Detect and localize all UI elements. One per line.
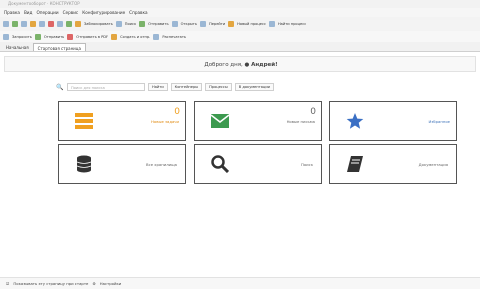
- in-docs-button[interactable]: В документации: [234, 83, 275, 91]
- goto-icon[interactable]: [200, 21, 206, 27]
- user-icon: ●: [244, 62, 250, 68]
- menu-item-operations[interactable]: Операции: [36, 10, 58, 15]
- toolbar-lock-button[interactable]: Заблокировать: [84, 22, 113, 26]
- tile-new-letters[interactable]: 0 Новые письма: [194, 101, 322, 141]
- menu-item-help[interactable]: Справка: [129, 10, 147, 15]
- edit-icon[interactable]: [30, 21, 36, 27]
- tasks-icon: [75, 113, 93, 129]
- print2-icon[interactable]: [153, 33, 160, 40]
- window-title: Документооборот · КОНСТРУКТОР: [0, 0, 480, 8]
- toolbar2-pdf-button[interactable]: Отправить в PDF: [76, 35, 108, 39]
- search-icon[interactable]: [115, 21, 122, 27]
- greeting: Доброго дня, ● Андрей!: [5, 57, 477, 73]
- copy-icon[interactable]: [39, 21, 45, 27]
- create-send-icon[interactable]: [111, 33, 118, 40]
- delete-icon[interactable]: [48, 21, 54, 27]
- search-caption: Поиск: [300, 162, 313, 167]
- greeting-bar: Доброго дня, ● Андрей!: [4, 56, 476, 72]
- secondary-toolbar: Запросить Отправить Отправить в PDF Созд…: [0, 31, 480, 42]
- letters-count: 0: [310, 107, 316, 117]
- forward-icon[interactable]: [12, 21, 18, 27]
- tasks-caption: Новые задачи: [151, 119, 179, 124]
- tab-bar: Начальная Стартовая страница: [0, 42, 480, 52]
- refresh-icon[interactable]: [66, 21, 72, 27]
- containers-button[interactable]: Контейнеры: [170, 83, 203, 91]
- toolbar-send-button[interactable]: Отправить: [148, 22, 168, 26]
- toolbar-new-process-button[interactable]: Новый процесс: [237, 22, 266, 26]
- envelope-icon: [211, 114, 229, 128]
- status-bar: ☑ Показывать эту страницу при старте ⚙ Н…: [0, 277, 480, 289]
- greeting-user: Андрей!: [251, 62, 278, 68]
- settings-link[interactable]: Настройки: [100, 281, 121, 286]
- search-row: 🔍 Поиск для поиска Найти Контейнеры Проц…: [56, 82, 275, 92]
- find-process-icon[interactable]: [268, 21, 275, 27]
- tab-start-page[interactable]: Стартовая страница: [32, 43, 86, 51]
- toolbar-find-process-button[interactable]: Найти процесс: [278, 22, 306, 26]
- show-on-start-checkbox[interactable]: ☑: [6, 281, 9, 286]
- toolbar-open-button[interactable]: Открыть: [181, 22, 197, 26]
- back-icon[interactable]: [3, 21, 9, 27]
- toolbar2-send-button[interactable]: Отправить: [44, 35, 64, 39]
- processes-button[interactable]: Процессы: [205, 83, 232, 91]
- magnifier-icon: [211, 155, 229, 173]
- new-process-icon[interactable]: [228, 21, 235, 27]
- search-icon: 🔍: [56, 83, 64, 91]
- pdf-icon[interactable]: [67, 33, 74, 40]
- toolbar2-request-button[interactable]: Запросить: [12, 35, 32, 39]
- toolbar2-print-button[interactable]: Распечатать: [162, 35, 186, 39]
- print-icon[interactable]: [57, 21, 63, 27]
- request-icon[interactable]: [3, 33, 9, 40]
- show-on-start-label: Показывать эту страницу при старте: [13, 281, 89, 286]
- docs-caption: Документация: [418, 162, 448, 167]
- main-toolbar: Заблокировать Поиск Отправить Открыть Пе…: [0, 17, 480, 31]
- tasks-count: 0: [174, 107, 180, 117]
- menu-bar: Правка Вид Операции Сервис Конфигурирова…: [0, 8, 480, 17]
- send2-icon[interactable]: [34, 33, 41, 40]
- search-input[interactable]: Поиск для поиска: [67, 83, 145, 91]
- lock-icon[interactable]: [75, 21, 81, 27]
- toolbar-search-button[interactable]: Поиск: [125, 22, 136, 26]
- menu-item-view[interactable]: Вид: [24, 10, 33, 15]
- open-icon[interactable]: [171, 21, 178, 27]
- find-button[interactable]: Найти: [148, 83, 168, 91]
- greeting-text: Доброго дня,: [204, 62, 243, 68]
- send-icon[interactable]: [139, 21, 146, 27]
- tab-start[interactable]: Начальная: [2, 43, 33, 51]
- tile-favorites[interactable]: Избранное: [329, 101, 457, 141]
- save-icon[interactable]: [21, 21, 27, 27]
- tile-search[interactable]: Поиск: [194, 144, 322, 184]
- database-icon: [76, 155, 92, 173]
- favorites-caption: Избранное: [428, 119, 450, 124]
- menu-item-edit[interactable]: Правка: [4, 10, 20, 15]
- menu-item-configuring[interactable]: Конфигурирование: [82, 10, 125, 15]
- book-icon: [347, 156, 363, 172]
- tile-docs[interactable]: Документация: [329, 144, 457, 184]
- settings-icon[interactable]: ⚙: [92, 281, 95, 286]
- tile-new-tasks[interactable]: 0 Новые задачи: [58, 101, 186, 141]
- star-icon: [346, 113, 364, 129]
- toolbar2-create-send-button[interactable]: Создать и отпр.: [120, 35, 150, 39]
- letters-caption: Новые письма: [286, 119, 315, 124]
- tile-all-storage[interactable]: Все хранилища: [58, 144, 186, 184]
- storage-caption: Все хранилища: [146, 162, 177, 167]
- toolbar-goto-button[interactable]: Перейти: [209, 22, 225, 26]
- menu-item-service[interactable]: Сервис: [63, 10, 79, 15]
